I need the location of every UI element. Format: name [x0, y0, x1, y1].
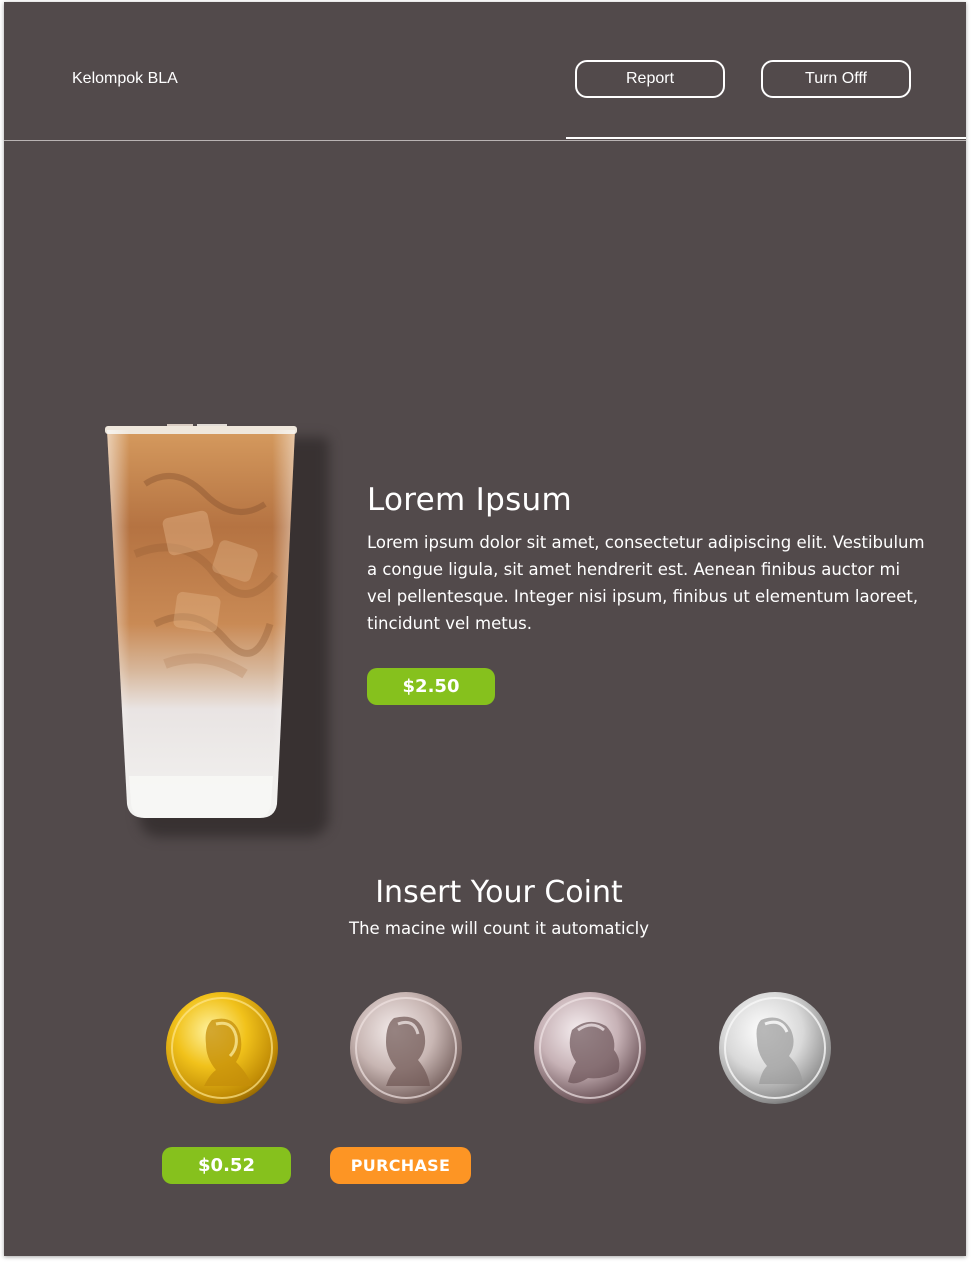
header-divider — [4, 140, 966, 141]
brand-name: Kelompok BLA — [72, 70, 178, 87]
inserted-total-badge: $0.52 — [162, 1147, 291, 1184]
coin-section-subtitle: The macine will count it automaticly — [348, 919, 649, 938]
report-button[interactable]: Report — [575, 60, 725, 98]
nickel-coin-icon[interactable] — [348, 990, 464, 1106]
dime-coin-icon[interactable] — [532, 990, 648, 1106]
coin-section-title: Insert Your Coint — [375, 875, 623, 910]
iced-coffee-glass-icon — [105, 424, 297, 818]
product-image — [99, 402, 329, 842]
product-title: Lorem Ipsum — [367, 482, 572, 518]
product-description: Lorem ipsum dolor sit amet, consectetur … — [367, 533, 925, 633]
header-divider-highlight — [566, 137, 966, 139]
product-price-badge: $2.50 — [367, 668, 495, 705]
quarter-coin-icon[interactable] — [717, 990, 833, 1106]
purchase-button[interactable]: PURCHASE — [330, 1147, 471, 1184]
penny-coin-icon[interactable] — [164, 990, 280, 1106]
vending-machine-screen: Kelompok BLA Report Turn Offf Lorem Ipsu… — [4, 2, 966, 1256]
turn-off-button[interactable]: Turn Offf — [761, 60, 911, 98]
